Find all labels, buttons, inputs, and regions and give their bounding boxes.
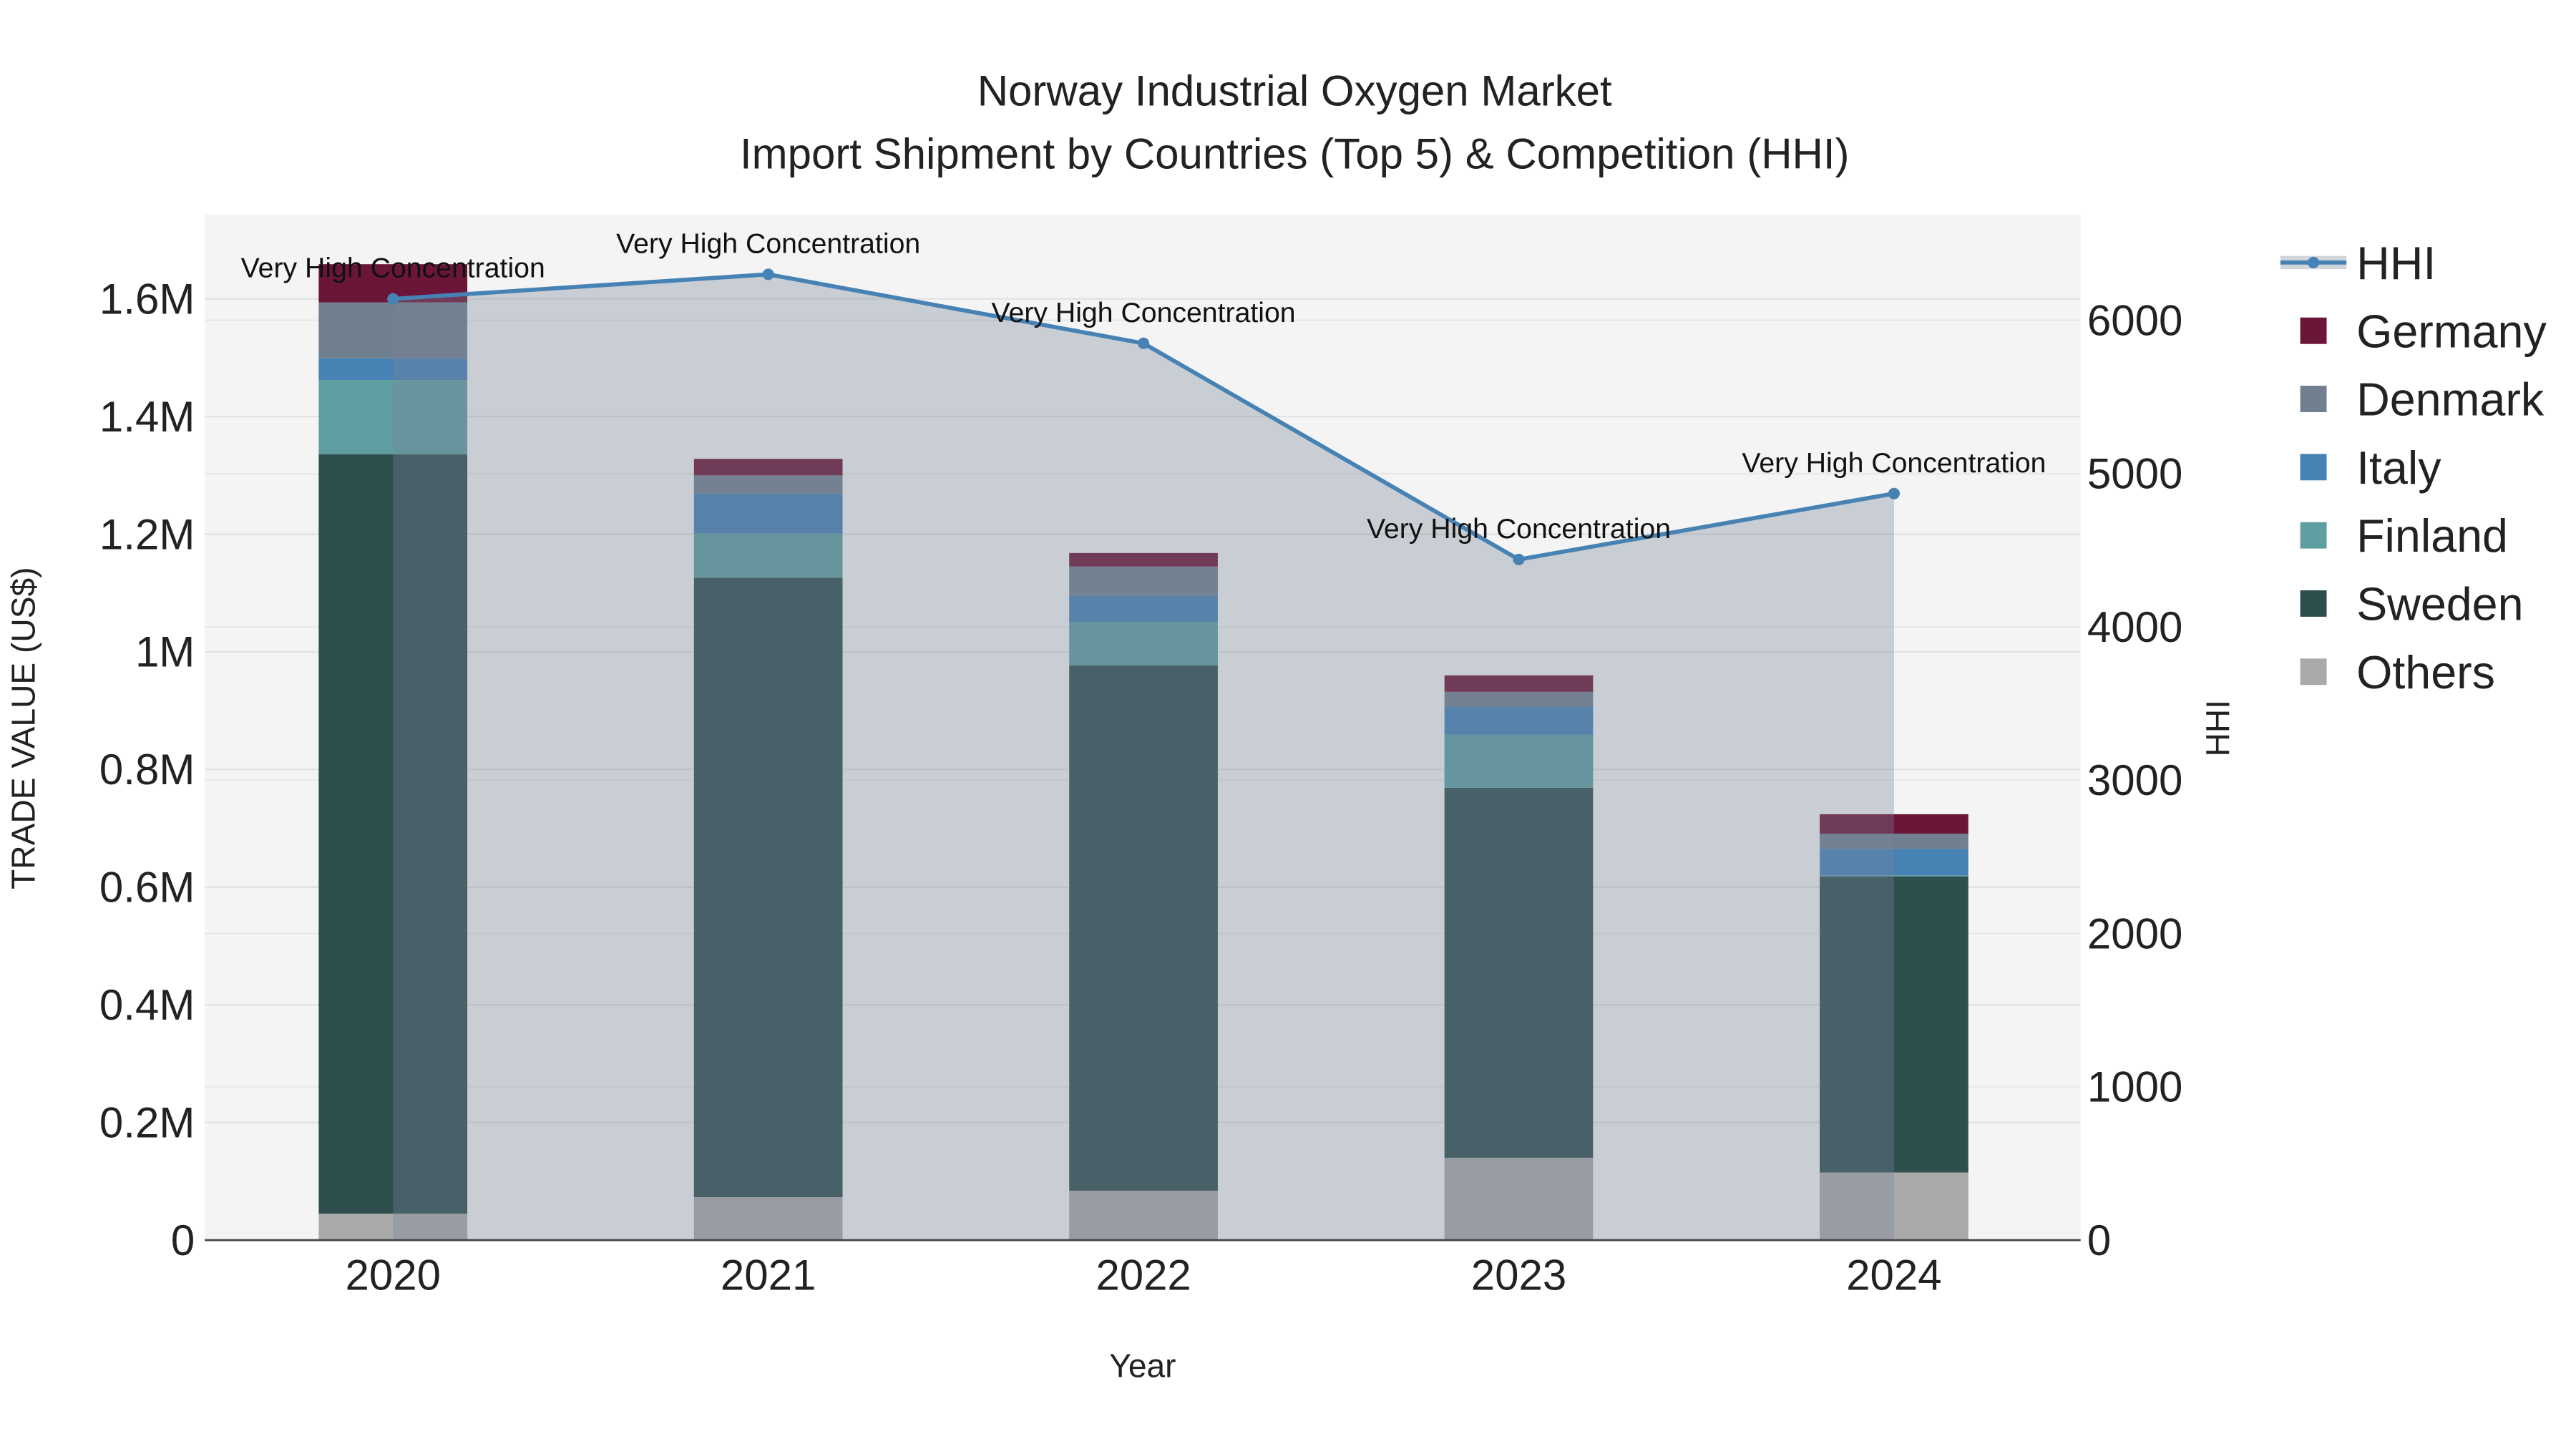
legend-label-others: Others bbox=[2356, 647, 2495, 698]
chart-subtitle: Import Shipment by Countries (Top 5) & C… bbox=[740, 130, 1850, 177]
legend-label-italy: Italy bbox=[2356, 442, 2441, 494]
y-tick-label: 0.8M bbox=[99, 746, 195, 794]
y-tick-label: 1.4M bbox=[99, 393, 195, 441]
y2-tick-label: 3000 bbox=[2087, 756, 2182, 804]
chart: Norway Industrial Oxygen Market Import S… bbox=[0, 0, 2576, 1449]
hhi-point-2022 bbox=[1138, 337, 1150, 349]
y-tick-label: 0.6M bbox=[99, 864, 195, 912]
y2-tick-label: 0 bbox=[2087, 1216, 2111, 1264]
x-tick-label: 2023 bbox=[1471, 1251, 1566, 1299]
hhi-point-2020 bbox=[387, 293, 399, 305]
legend-label-germany: Germany bbox=[2356, 306, 2547, 357]
y2-tick-label: 1000 bbox=[2087, 1063, 2182, 1111]
y-axis-label: TRADE VALUE (US$) bbox=[4, 567, 42, 889]
hhi-annotation: Very High Concentration bbox=[1742, 447, 2046, 479]
x-tick-label: 2021 bbox=[721, 1251, 816, 1299]
hhi-annotation: Very High Concentration bbox=[241, 253, 545, 284]
x-axis-label: Year bbox=[1109, 1347, 1176, 1385]
legend-label-finland: Finland bbox=[2356, 510, 2508, 562]
hhi-annotation: Very High Concentration bbox=[1367, 513, 1671, 545]
y2-tick-label: 4000 bbox=[2087, 603, 2182, 651]
y2-tick-label: 6000 bbox=[2087, 296, 2182, 344]
hhi-point-2024 bbox=[1888, 487, 1900, 499]
y2-tick-label: 5000 bbox=[2087, 450, 2182, 498]
chart-title: Norway Industrial Oxygen Market bbox=[977, 67, 1612, 115]
y-tick-label: 1.6M bbox=[99, 275, 195, 323]
legend-swatch-sweden bbox=[2300, 590, 2327, 617]
y-tick-label: 1.2M bbox=[99, 510, 195, 558]
legend-swatch-denmark bbox=[2300, 386, 2327, 412]
hhi-point-2023 bbox=[1513, 553, 1525, 565]
x-tick-label: 2022 bbox=[1096, 1251, 1191, 1299]
x-tick-label: 2020 bbox=[345, 1251, 440, 1299]
legend-swatch-others bbox=[2300, 658, 2327, 686]
x-tick-label: 2024 bbox=[1846, 1251, 1941, 1299]
y-tick-label: 1M bbox=[135, 628, 195, 676]
y-tick-label: 0 bbox=[171, 1216, 195, 1264]
legend-swatch-italy bbox=[2300, 454, 2327, 481]
legend-hhi-marker-icon bbox=[2308, 256, 2320, 268]
hhi-point-2021 bbox=[762, 268, 774, 280]
legend-swatch-finland bbox=[2300, 522, 2327, 549]
legend-label-denmark: Denmark bbox=[2356, 374, 2545, 426]
hhi-annotation: Very High Concentration bbox=[616, 228, 920, 259]
y2-tick-label: 2000 bbox=[2087, 909, 2182, 957]
y-tick-label: 0.4M bbox=[99, 981, 195, 1029]
legend-label-sweden: Sweden bbox=[2356, 579, 2523, 630]
y-tick-label: 0.2M bbox=[99, 1098, 195, 1146]
hhi-annotation: Very High Concentration bbox=[992, 297, 1296, 328]
legend-label-hhi: HHI bbox=[2356, 238, 2436, 289]
legend-swatch-germany bbox=[2300, 317, 2327, 344]
y2-axis-label: HHI bbox=[2199, 700, 2236, 756]
